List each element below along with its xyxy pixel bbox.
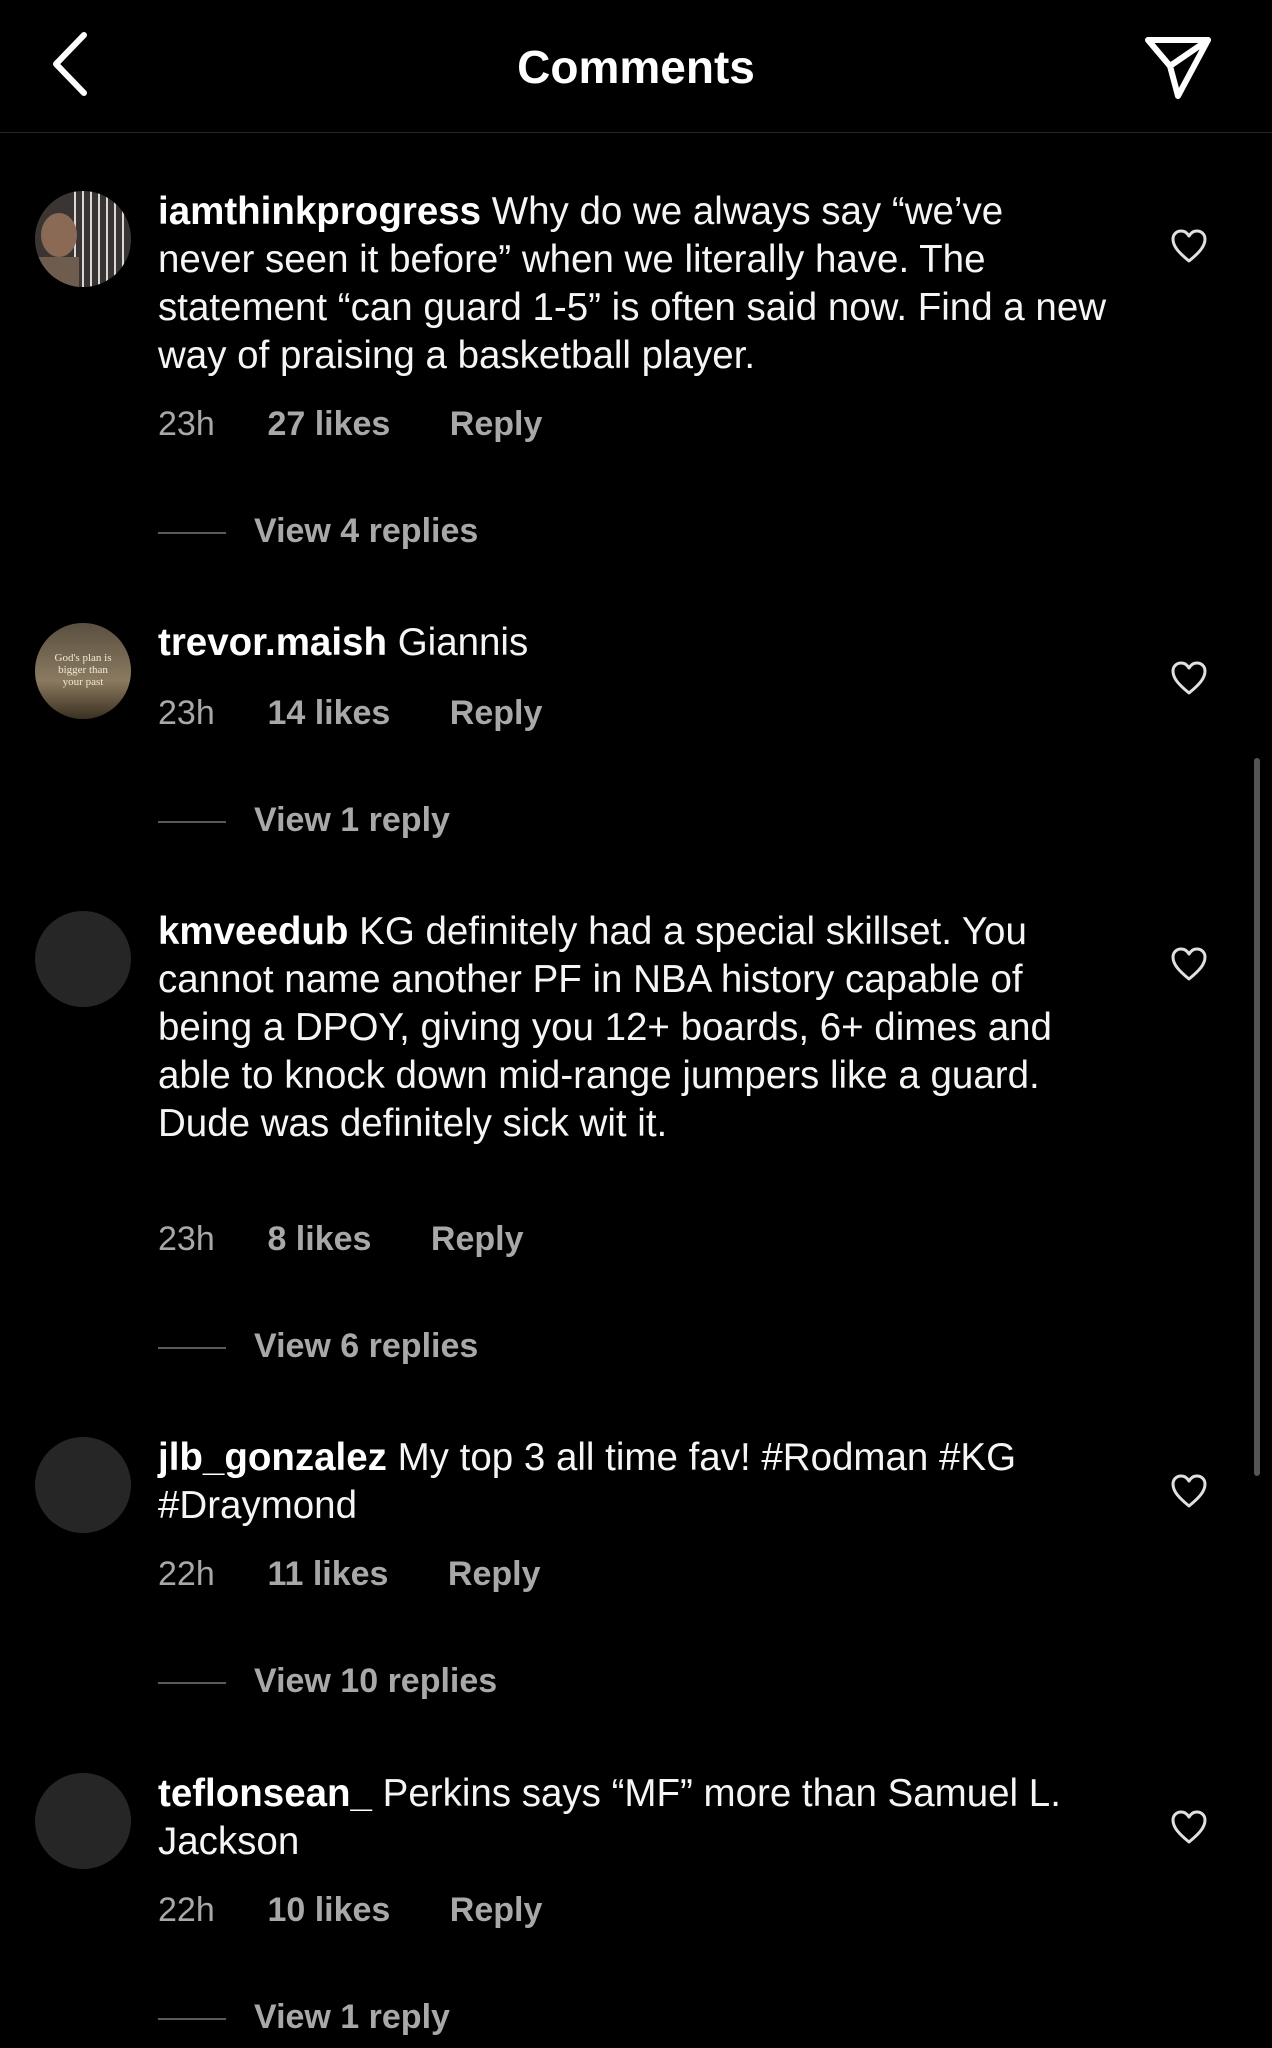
- comment-likes[interactable]: 11 likes: [267, 1555, 388, 1594]
- comment-likes[interactable]: 8 likes: [267, 1220, 371, 1259]
- share-button[interactable]: [1138, 28, 1218, 108]
- avatar[interactable]: [35, 911, 131, 1007]
- comment-username[interactable]: iamthinkprogress: [158, 190, 481, 233]
- reply-button[interactable]: Reply: [431, 1220, 524, 1259]
- comment-meta: 22h 11 likes Reply: [158, 1555, 541, 1594]
- view-replies-button[interactable]: View 10 replies: [158, 1662, 497, 1701]
- comment-time: 23h: [158, 694, 215, 732]
- reply-thread-line: [158, 821, 226, 824]
- reply-thread-line: [158, 1682, 226, 1685]
- view-replies-label: View 10 replies: [254, 1662, 498, 1700]
- like-button[interactable]: [1170, 1473, 1208, 1509]
- view-replies-label: View 1 reply: [254, 1998, 450, 2036]
- view-replies-button[interactable]: View 1 reply: [158, 1998, 450, 2037]
- comment-username[interactable]: teflonsean_: [158, 1772, 372, 1815]
- comment-meta: 23h 27 likes Reply: [158, 405, 542, 444]
- header-bar: Comments: [0, 0, 1272, 133]
- reply-thread-line: [158, 532, 226, 535]
- scrollbar[interactable]: [1254, 758, 1260, 1476]
- comment-meta: 22h 10 likes Reply: [158, 1891, 542, 1930]
- avatar-caption: God's plan is: [55, 652, 112, 664]
- reply-button[interactable]: Reply: [450, 405, 543, 444]
- like-button[interactable]: [1170, 660, 1208, 696]
- paper-plane-icon: [1145, 37, 1211, 99]
- like-button[interactable]: [1170, 946, 1208, 982]
- avatar[interactable]: [35, 1437, 131, 1533]
- comment-body: teflonsean_ Perkins says “MF” more than …: [158, 1770, 1108, 1866]
- avatar[interactable]: [35, 191, 131, 287]
- view-replies-button[interactable]: View 1 reply: [158, 801, 450, 840]
- comment-username[interactable]: trevor.maish: [158, 621, 387, 664]
- heart-icon: [1171, 661, 1207, 695]
- reply-thread-line: [158, 2018, 226, 2021]
- comment-body: jlb_gonzalez My top 3 all time fav! #Rod…: [158, 1434, 1108, 1530]
- comment-body: trevor.maish Giannis: [158, 619, 1108, 667]
- view-replies-label: View 6 replies: [254, 1327, 479, 1365]
- view-replies-button[interactable]: View 4 replies: [158, 512, 478, 551]
- reply-thread-line: [158, 1347, 226, 1350]
- comment-text: Giannis: [397, 621, 529, 664]
- avatar-caption: bigger than: [58, 664, 108, 676]
- like-button[interactable]: [1170, 1809, 1208, 1845]
- heart-icon: [1171, 947, 1207, 981]
- comment-likes[interactable]: 10 likes: [267, 1891, 390, 1930]
- avatar[interactable]: [35, 1773, 131, 1869]
- reply-button[interactable]: Reply: [450, 1891, 543, 1930]
- page-title: Comments: [517, 41, 755, 93]
- comment-body: kmveedub KG definitely had a special ski…: [158, 908, 1108, 1148]
- view-replies-label: View 1 reply: [254, 801, 450, 839]
- heart-icon: [1171, 1810, 1207, 1844]
- comment-time: 23h: [158, 405, 215, 443]
- comment-body: iamthinkprogress Why do we always say “w…: [158, 188, 1108, 380]
- heart-icon: [1171, 1474, 1207, 1508]
- heart-icon: [1171, 229, 1207, 263]
- view-replies-button[interactable]: View 6 replies: [158, 1327, 478, 1366]
- comment-time: 23h: [158, 1220, 215, 1258]
- like-button[interactable]: [1170, 228, 1208, 264]
- view-replies-label: View 4 replies: [254, 512, 479, 550]
- avatar[interactable]: God's plan is bigger than your past: [35, 623, 131, 719]
- comment-meta: 23h 8 likes Reply: [158, 1220, 523, 1259]
- comment-meta: 23h 14 likes Reply: [158, 694, 542, 733]
- comment-time: 22h: [158, 1555, 215, 1593]
- reply-button[interactable]: Reply: [450, 694, 543, 733]
- avatar-caption: your past: [63, 676, 104, 688]
- comment-username[interactable]: kmveedub: [158, 910, 348, 953]
- reply-button[interactable]: Reply: [448, 1555, 541, 1594]
- comment-time: 22h: [158, 1891, 215, 1929]
- comment-username[interactable]: jlb_gonzalez: [158, 1436, 387, 1479]
- comment-likes[interactable]: 27 likes: [267, 405, 390, 444]
- comment-likes[interactable]: 14 likes: [267, 694, 390, 733]
